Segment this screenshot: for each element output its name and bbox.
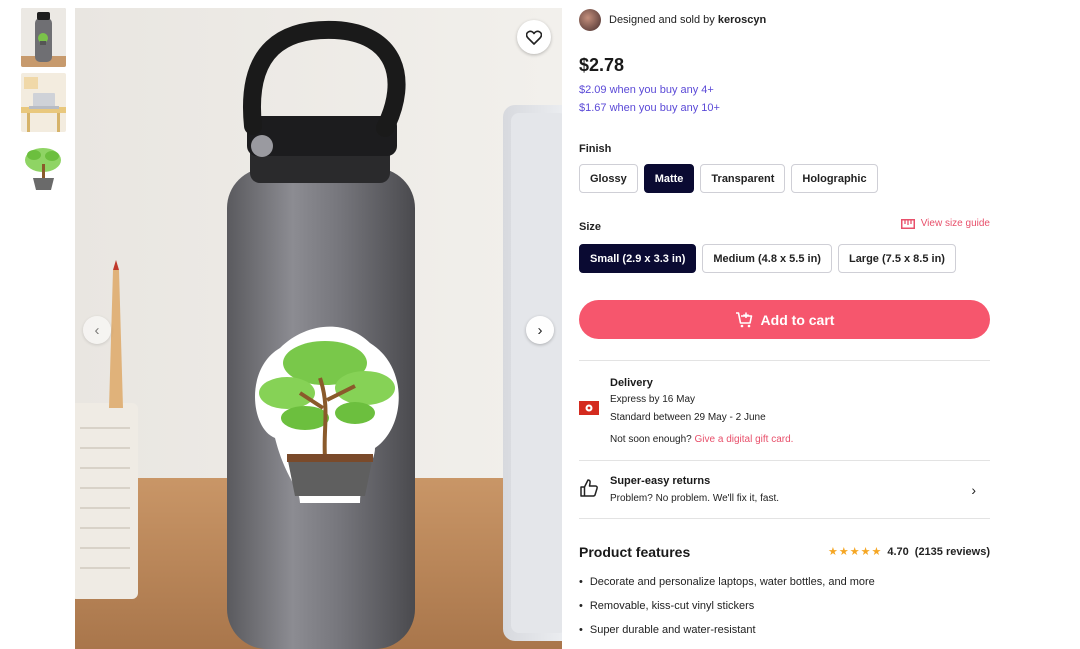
delivery-express: Express by 16 May — [610, 394, 696, 405]
avatar[interactable] — [579, 9, 601, 31]
thumbnail-list — [21, 8, 67, 203]
add-to-cart-label: Add to cart — [760, 311, 835, 328]
next-image-button[interactable]: › — [526, 316, 554, 344]
delivery-title: Delivery — [610, 377, 653, 389]
heart-icon — [526, 30, 542, 45]
size-option-small[interactable]: Small (2.9 x 3.3 in) — [579, 244, 697, 273]
bottle-thumbnail-image — [21, 8, 66, 67]
star-icon: ★ — [838, 545, 849, 558]
review-count: (2135 reviews) — [914, 546, 990, 558]
divider — [579, 460, 990, 461]
sticker-thumbnail-image — [21, 138, 66, 197]
returns-row[interactable]: Super-easy returns Problem? No problem. … — [579, 475, 990, 509]
designer-name-link[interactable]: keroscyn — [718, 14, 766, 26]
returns-subtitle: Problem? No problem. We'll fix it, fast. — [610, 493, 780, 504]
size-guide-link[interactable]: View size guide — [900, 218, 990, 229]
finish-label: Finish — [579, 143, 612, 155]
finish-option-matte[interactable]: Matte — [643, 164, 695, 193]
thumbnail-laptop[interactable] — [21, 73, 66, 132]
bauhinia-icon — [585, 404, 593, 412]
cart-plus-icon — [735, 311, 752, 327]
add-to-cart-button[interactable]: Add to cart — [579, 300, 990, 339]
star-icon: ★ — [860, 545, 871, 558]
list-item: Removable, kiss-cut vinyl stickers — [579, 600, 875, 624]
rating-value: 4.70 — [887, 546, 909, 558]
star-rating: ★ ★ ★ ★ ★ — [827, 545, 882, 558]
chevron-right-icon: › — [537, 321, 543, 339]
gift-card-link[interactable]: Give a digital gift card. — [695, 434, 794, 445]
chevron-right-icon: › — [971, 482, 976, 498]
delivery-standard: Standard between 29 May - 2 June — [610, 412, 766, 423]
features-list: Decorate and personalize laptops, water … — [579, 576, 875, 648]
star-icon: ★ — [871, 545, 882, 558]
designer-text: Designed and sold by keroscyn — [609, 14, 766, 26]
bulk-price-tier-1: $2.09 when you buy any 4+ — [579, 84, 714, 96]
product-main-image: ‹ › — [75, 8, 562, 649]
previous-image-button[interactable]: ‹ — [83, 316, 111, 344]
laptop-thumbnail-image — [21, 73, 66, 132]
list-item: Super durable and water-resistant — [579, 624, 875, 648]
rating-summary[interactable]: ★ ★ ★ ★ ★ 4.70 (2135 reviews) — [828, 546, 990, 558]
not-soon-text: Not soon enough? — [610, 434, 692, 445]
product-features-title: Product features — [579, 544, 691, 560]
finish-options: Glossy Matte Transparent Holographic — [579, 164, 878, 193]
finish-option-glossy[interactable]: Glossy — [579, 164, 638, 193]
divider — [579, 360, 990, 361]
thumbnail-sticker[interactable] — [21, 138, 66, 197]
finish-option-transparent[interactable]: Transparent — [700, 164, 786, 193]
product-details-panel: Designed and sold by keroscyn $2.78 $2.0… — [579, 0, 990, 649]
designer-info: Designed and sold by keroscyn — [579, 9, 766, 31]
returns-title: Super-easy returns — [610, 475, 711, 487]
chevron-left-icon: ‹ — [94, 321, 100, 339]
list-item: Decorate and personalize laptops, water … — [579, 576, 875, 600]
size-option-large[interactable]: Large (7.5 x 8.5 in) — [837, 244, 956, 273]
thumbnail-bottle[interactable] — [21, 8, 66, 67]
favorite-button[interactable] — [517, 20, 551, 54]
water-bottle-scene — [75, 8, 562, 649]
bulk-price-tier-2: $1.67 when you buy any 10+ — [579, 102, 720, 114]
size-guide-label: View size guide — [920, 218, 990, 229]
delivery-gift-note: Not soon enough? Give a digital gift car… — [610, 434, 793, 445]
ruler-icon — [900, 218, 915, 229]
hong-kong-flag-icon — [579, 401, 599, 415]
size-options: Small (2.9 x 3.3 in) Medium (4.8 x 5.5 i… — [579, 244, 956, 273]
finish-option-holographic[interactable]: Holographic — [791, 164, 878, 193]
price: $2.78 — [579, 55, 625, 75]
star-icon: ★ — [849, 545, 860, 558]
size-option-medium[interactable]: Medium (4.8 x 5.5 in) — [702, 244, 832, 273]
divider — [579, 518, 990, 519]
star-icon: ★ — [827, 545, 838, 558]
size-label: Size — [579, 221, 602, 233]
designer-prefix: Designed and sold by — [609, 14, 715, 26]
thumbs-up-icon — [580, 479, 598, 497]
